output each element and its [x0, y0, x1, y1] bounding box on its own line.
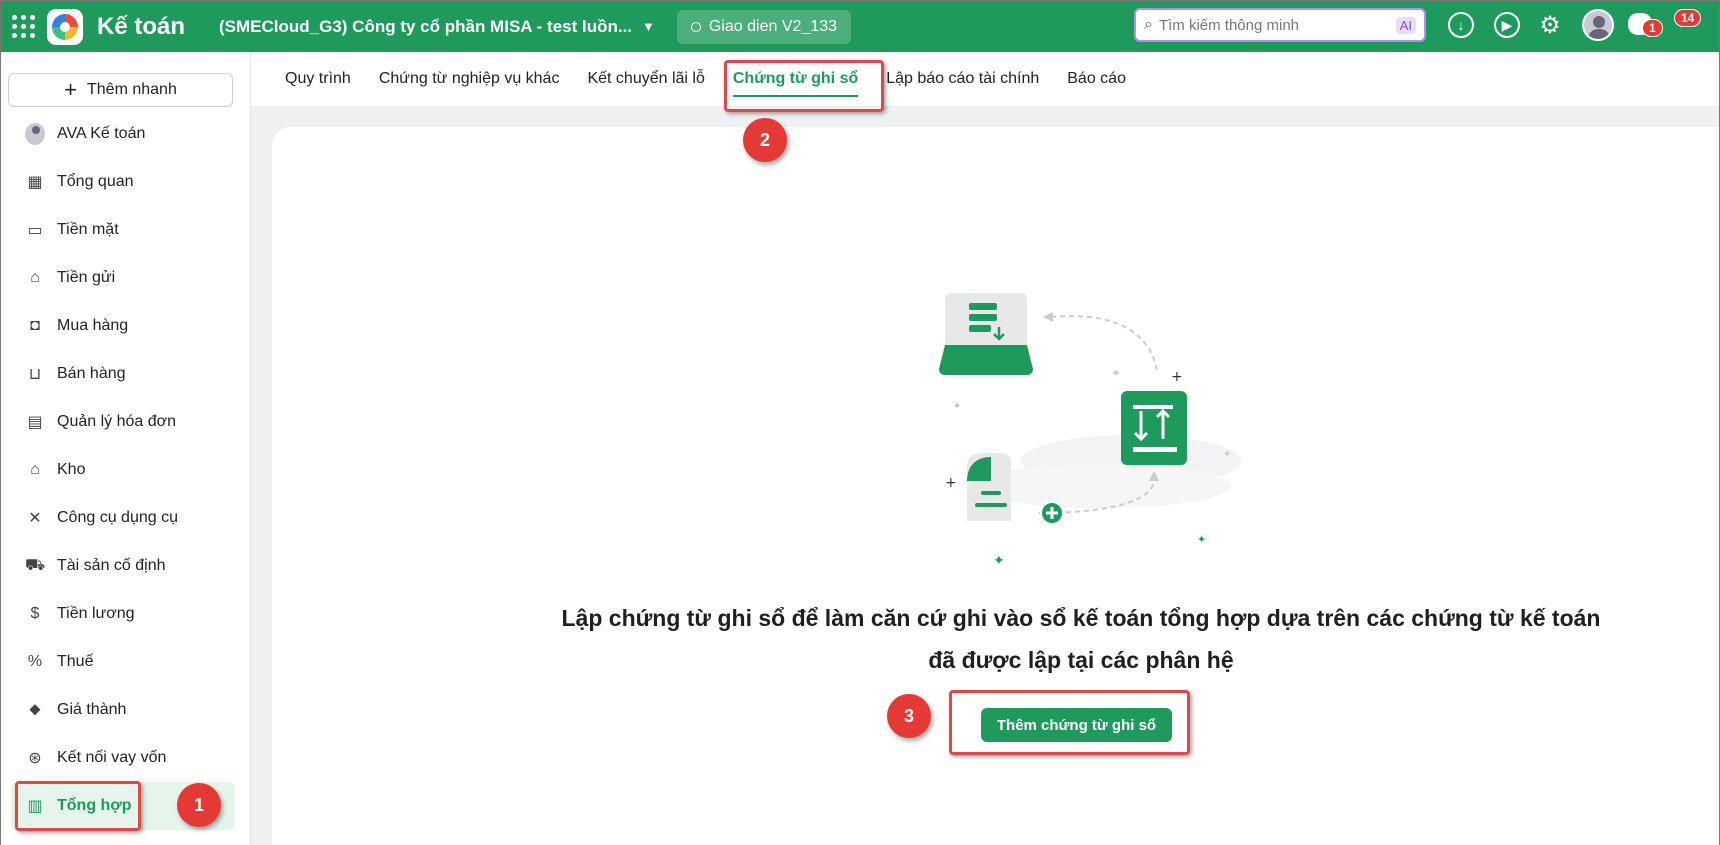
sidebar-item-loan[interactable]: ⊛ Kết nối vay vốn [11, 734, 235, 782]
truck-icon: ⛟ [24, 557, 46, 574]
sidebar-item-purchase[interactable]: ◘ Mua hàng [11, 302, 235, 350]
sidebar-item-salary[interactable]: $ Tiền lương [11, 590, 235, 638]
svg-text:✦: ✦ [993, 553, 1005, 569]
step-marker-2: 2 [743, 118, 787, 162]
quick-add-label: Thêm nhanh [87, 81, 177, 98]
notification-badge[interactable]: 14 [1674, 9, 1702, 27]
sidebar-item-label: Tổng quan [57, 173, 134, 190]
description-line-2: đã được lập tại các phân hệ [928, 647, 1234, 673]
sidebar-item-label: Tiền mặt [57, 221, 119, 238]
sidebar-item-label: Kết nối vay vốn [57, 749, 167, 766]
sidebar-item-label: Công cụ dụng cụ [57, 509, 178, 526]
invoice-icon: ▤ [27, 414, 43, 431]
sidebar-item-ava[interactable]: AVA Kế toán [11, 110, 235, 158]
sidebar-item-label: Tiền lương [57, 605, 135, 622]
sidebar-item-fixed-assets[interactable]: ⛟ Tài sản cố định [11, 542, 235, 590]
sidebar-item-label: AVA Kế toán [57, 125, 146, 142]
tax-icon: % [27, 653, 43, 670]
sidebar-item-label: Kho [57, 461, 86, 478]
ava-avatar-icon [25, 123, 45, 145]
plus-icon: + [64, 77, 77, 102]
svg-text:+: + [945, 475, 957, 491]
loan-icon: ⊛ [28, 750, 42, 767]
quick-add-button[interactable]: + Thêm nhanh [8, 73, 233, 107]
app-title: Kế toán [97, 12, 186, 40]
user-avatar[interactable] [1582, 9, 1614, 41]
step-marker-3: 3 [887, 694, 931, 738]
sidebar-item-tools[interactable]: ✕ Công cụ dụng cụ [11, 494, 235, 542]
sidebar-item-label: Giá thành [57, 701, 127, 718]
empty-state-description: Lập chứng từ ghi sổ để làm căn cứ ghi và… [521, 597, 1641, 681]
sidebar-item-label: Thuế [57, 653, 94, 670]
company-selector[interactable]: (SMECloud_G3) Công ty cổ phần MISA - tes… [219, 17, 655, 37]
sidebar-item-tax[interactable]: % Thuế [11, 638, 235, 686]
misa-logo-icon [47, 8, 83, 45]
highlight-box-button [949, 690, 1190, 755]
gear-icon[interactable]: ⚙ [1537, 12, 1563, 39]
cart-icon: ⊔ [28, 366, 42, 383]
chat-badge: 1 [1642, 19, 1663, 37]
sidebar-item-cost[interactable]: ⬥ Giá thành [11, 686, 235, 734]
tab-process[interactable]: Quy trình [271, 52, 365, 107]
svg-text:✦: ✦ [1197, 533, 1206, 546]
theme-label: Giao dien V2_133 [708, 17, 838, 35]
svg-text:✦: ✦ [1223, 449, 1231, 460]
svg-text:✦: ✦ [953, 401, 961, 412]
tab-financial-statements[interactable]: Lập báo cáo tài chính [872, 52, 1053, 107]
svg-text:+: + [1171, 369, 1183, 385]
salary-icon: $ [30, 605, 40, 622]
chevron-down-icon: ▼ [642, 19, 655, 34]
empty-state-illustration: + + ✦ ✦ ✦ ✦ ✦ [939, 293, 1241, 569]
highlight-box-sidebar [15, 781, 141, 831]
theme-badge[interactable]: Giao dien V2_133 [676, 9, 852, 44]
sidebar-item-bank[interactable]: ⌂ Tiền gửi [11, 254, 235, 302]
smart-search[interactable]: ⌕ AI [1134, 8, 1426, 42]
step-marker-1: 1 [177, 783, 221, 827]
play-icon[interactable]: ▶ [1494, 12, 1520, 38]
ai-search-icon: ⌕ [1144, 16, 1153, 33]
description-line-1: Lập chứng từ ghi sổ để làm căn cứ ghi và… [561, 605, 1601, 631]
search-input[interactable] [1158, 16, 1396, 34]
tab-reports[interactable]: Báo cáo [1053, 52, 1140, 107]
bank-icon: ⌂ [30, 269, 40, 286]
sidebar-item-overview[interactable]: ▦ Tổng quan [11, 158, 235, 206]
company-name: (SMECloud_G3) Công ty cổ phần MISA - tes… [219, 16, 633, 36]
ai-badge: AI [1395, 16, 1416, 34]
tab-profit-loss-transfer[interactable]: Kết chuyển lãi lỗ [573, 52, 718, 107]
highlight-box-tab [724, 60, 884, 112]
tools-icon: ✕ [28, 510, 42, 527]
sidebar-item-label: Mua hàng [57, 317, 129, 334]
app-grid-icon[interactable] [11, 15, 35, 39]
dashboard-icon: ▦ [27, 174, 43, 191]
shopping-bag-icon: ◘ [30, 317, 40, 334]
sidebar-item-label: Tài sản cố định [57, 557, 166, 574]
sidebar-item-cash[interactable]: ▭ Tiền mặt [11, 206, 235, 254]
status-dot-icon [690, 21, 701, 32]
sidebar-item-warehouse[interactable]: ⌂ Kho [11, 446, 235, 494]
download-icon[interactable]: ↓ [1448, 12, 1474, 38]
sidebar-item-sales[interactable]: ⊔ Bán hàng [11, 350, 235, 398]
sidebar: + Thêm nhanh AVA Kế toán ▦ Tổng quan ▭ T… [1, 52, 251, 845]
svg-text:✦: ✦ [1111, 366, 1121, 380]
sidebar-item-invoice[interactable]: ▤ Quản lý hóa đơn [11, 398, 235, 446]
tab-other-vouchers[interactable]: Chứng từ nghiệp vụ khác [365, 52, 574, 107]
warehouse-icon: ⌂ [30, 461, 40, 478]
price-tag-icon: ⬥ [29, 701, 41, 718]
cash-icon: ▭ [27, 222, 43, 239]
sidebar-nav: AVA Kế toán ▦ Tổng quan ▭ Tiền mặt ⌂ Tiề… [11, 110, 235, 830]
module-tabs: Quy trình Chứng từ nghiệp vụ khác Kết ch… [251, 52, 1719, 107]
sidebar-item-label: Bán hàng [57, 365, 126, 382]
sidebar-item-label: Quản lý hóa đơn [57, 413, 177, 430]
sidebar-item-label: Tiền gửi [57, 269, 116, 286]
